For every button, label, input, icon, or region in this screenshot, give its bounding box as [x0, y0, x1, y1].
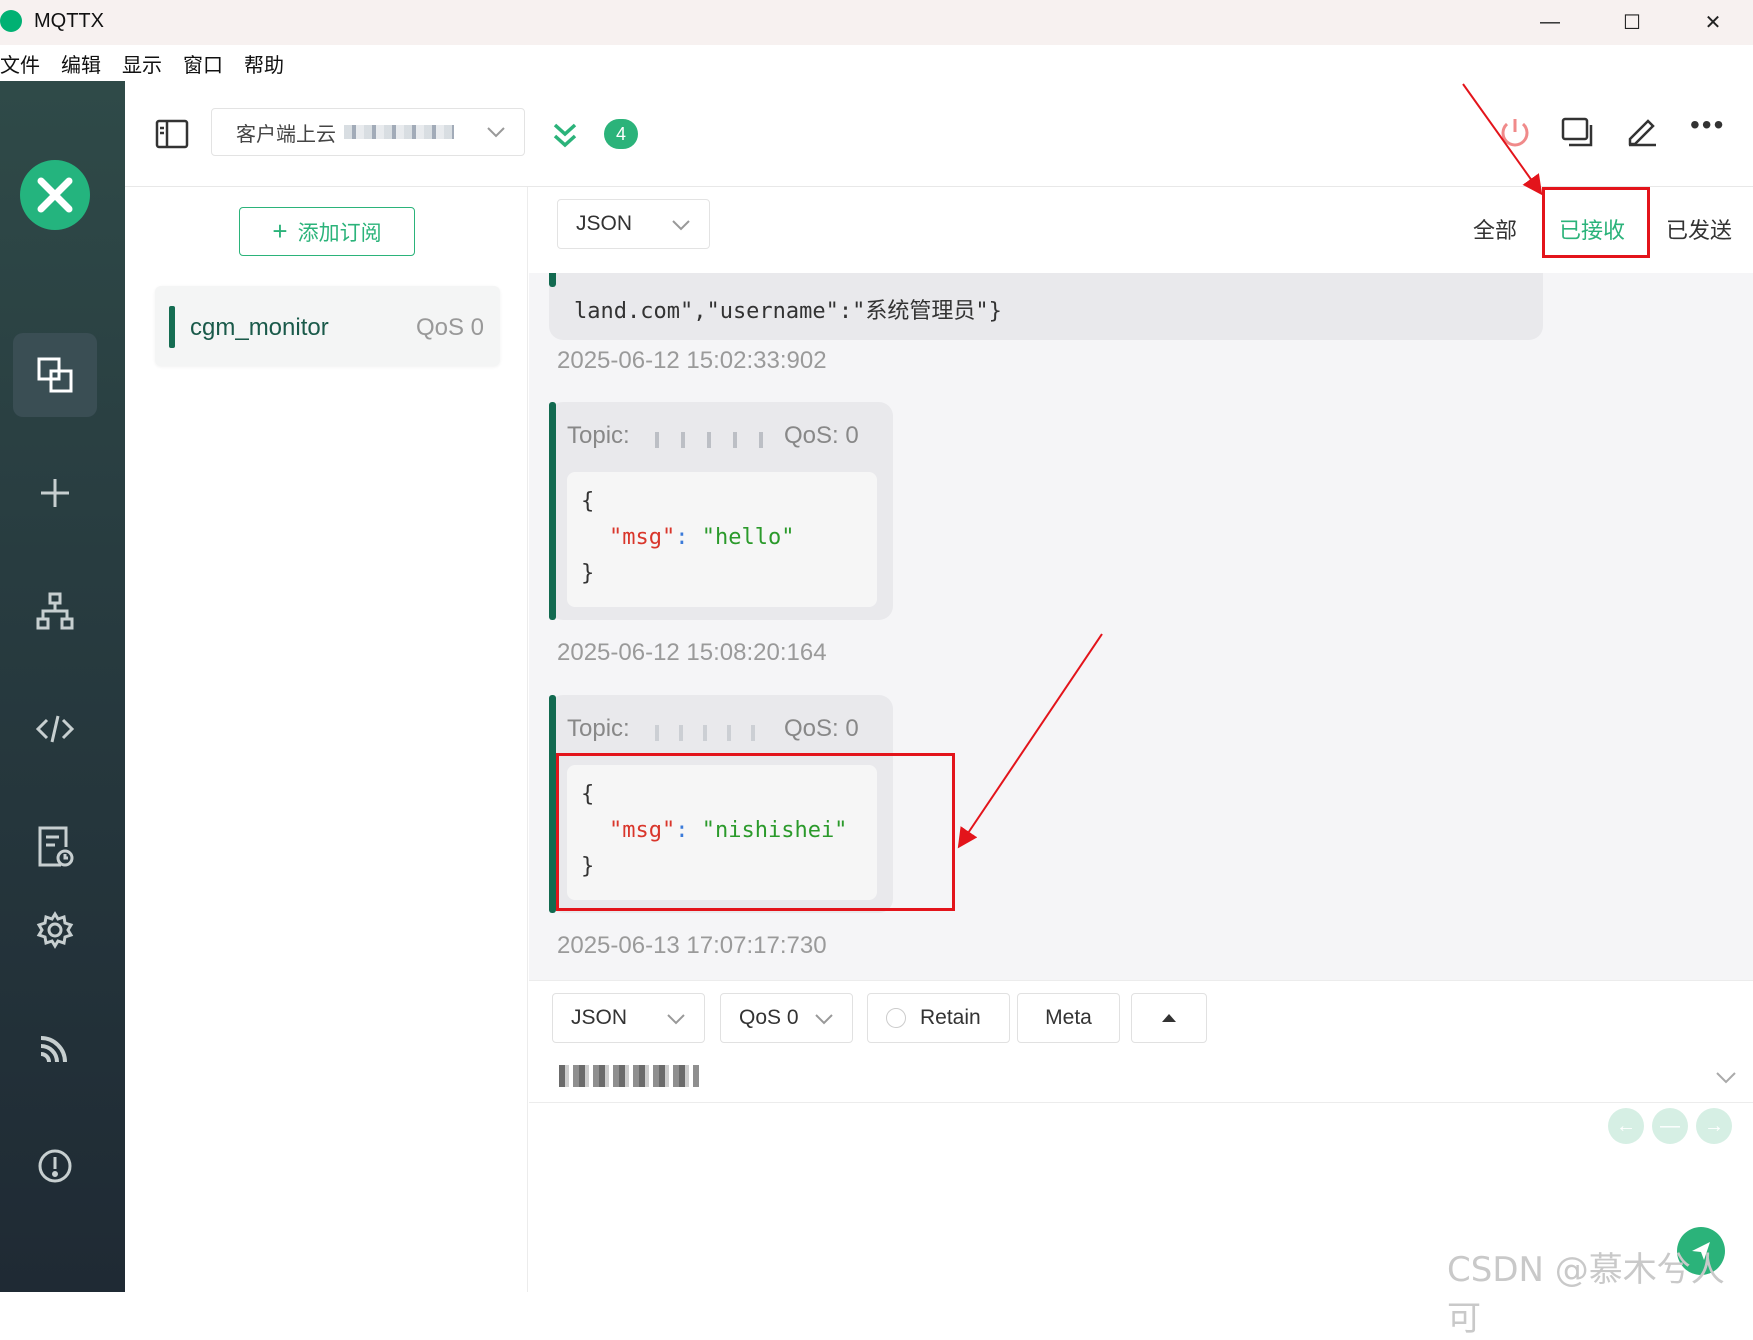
message-card: Topic: QoS: 0 { "msg": "hello" } — [549, 402, 893, 620]
new-window-icon[interactable] — [1561, 117, 1595, 154]
publish-format-select[interactable]: JSON — [552, 993, 705, 1043]
highlight-box-message — [556, 753, 955, 911]
new-connection-icon[interactable] — [13, 451, 97, 535]
add-subscription-button[interactable]: + 添加订阅 — [239, 207, 415, 256]
mqttx-logo-icon — [20, 160, 90, 230]
message-topic-label: Topic: — [567, 422, 630, 449]
menu-help[interactable]: 帮助 — [244, 49, 284, 78]
menu-window[interactable]: 窗口 — [183, 49, 223, 78]
publish-format-value: JSON — [571, 1006, 628, 1029]
chevron-down-icon — [672, 220, 690, 231]
app-logo-icon — [0, 10, 22, 32]
chevron-down-icon — [667, 1014, 685, 1025]
chevron-down-icon — [815, 1014, 833, 1025]
add-subscription-label: 添加订阅 — [297, 221, 382, 245]
message-time: 2025-06-12 15:02:33:902 — [557, 347, 827, 374]
feed-icon[interactable] — [13, 1006, 97, 1090]
menu-view[interactable]: 显示 — [122, 49, 162, 78]
window-title: MQTTX — [34, 10, 104, 32]
triangle-up-icon — [1162, 1014, 1176, 1022]
connection-name: 客户端上云 — [236, 123, 336, 146]
retain-toggle[interactable]: Retain — [867, 993, 1010, 1043]
message-topic-label: Topic: — [567, 715, 630, 742]
meta-button[interactable]: Meta — [1017, 993, 1120, 1043]
redacted-text — [344, 125, 454, 139]
history-prev-icon[interactable]: ← — [1608, 1108, 1644, 1144]
title-bar: MQTTX — ☐ ✕ — [0, 0, 1753, 45]
settings-gear-icon[interactable] — [13, 888, 97, 972]
disconnect-power-icon[interactable] — [1499, 116, 1531, 155]
script-icon[interactable] — [13, 687, 97, 771]
history-next-icon[interactable]: → — [1696, 1108, 1732, 1144]
highlight-box-received-tab — [1542, 187, 1650, 258]
menu-edit[interactable]: 编辑 — [61, 49, 101, 78]
tab-sent[interactable]: 已发送 — [1666, 213, 1732, 245]
message-qos: QoS: 0 — [784, 422, 859, 449]
payload-format-select[interactable]: JSON — [557, 199, 710, 249]
expand-up-button[interactable] — [1131, 993, 1207, 1043]
topic-tree-icon[interactable] — [13, 569, 97, 653]
message-payload: { "msg": "hello" } — [567, 472, 877, 607]
connection-header: 客户端上云 4 ••• — [125, 81, 1753, 187]
menu-bar: 文件 编辑 显示 窗口 帮助 — [0, 45, 1753, 81]
redacted-topic — [645, 432, 765, 448]
toggle-sidebar-icon[interactable] — [155, 119, 189, 154]
payload-format-value: JSON — [576, 212, 633, 235]
edit-pencil-icon[interactable] — [1626, 115, 1658, 152]
message-count-badge: 4 — [604, 119, 638, 149]
retain-radio[interactable] — [886, 1008, 906, 1028]
composer-divider — [529, 1102, 1753, 1103]
left-nav — [0, 81, 125, 1292]
subscriptions-panel: + 添加订阅 cgm_monitor QoS 0 — [125, 187, 528, 1292]
csdn-watermark: CSDN @慕木兮人可 — [1447, 1250, 1725, 1339]
subscription-color-bar — [169, 306, 175, 348]
about-info-icon[interactable] — [13, 1124, 97, 1208]
plus-icon: + — [272, 216, 288, 246]
publish-qos-select[interactable]: QoS 0 — [720, 993, 853, 1043]
close-button[interactable]: ✕ — [1673, 0, 1753, 45]
tab-all[interactable]: 全部 — [1473, 213, 1517, 245]
subscription-item[interactable]: cgm_monitor QoS 0 — [155, 286, 500, 366]
history-reset-icon[interactable]: — — [1652, 1108, 1688, 1144]
maximize-button[interactable]: ☐ — [1592, 0, 1672, 45]
redacted-topic — [645, 725, 765, 741]
connection-select[interactable]: 客户端上云 — [211, 108, 525, 156]
publish-qos-value: QoS 0 — [739, 1006, 799, 1029]
chevron-down-icon[interactable] — [1715, 1071, 1737, 1085]
collapse-double-chevron-icon[interactable] — [552, 121, 578, 154]
message-qos: QoS: 0 — [784, 715, 859, 742]
redacted-topic-input[interactable] — [559, 1065, 699, 1087]
chevron-down-icon — [487, 127, 505, 138]
subscription-topic: cgm_monitor — [190, 314, 329, 341]
more-options-icon[interactable]: ••• — [1690, 109, 1725, 141]
message-time: 2025-06-13 17:07:17:730 — [557, 932, 827, 959]
message-time: 2025-06-12 15:08:20:164 — [557, 639, 827, 666]
subscription-qos: QoS 0 — [415, 314, 484, 341]
message-payload-partial: land.com","username":"系统管理员"} — [574, 299, 1002, 324]
minimize-button[interactable]: — — [1510, 0, 1590, 45]
connections-icon[interactable] — [13, 333, 97, 417]
retain-label: Retain — [920, 1006, 981, 1029]
menu-file[interactable]: 文件 — [0, 49, 40, 78]
log-icon[interactable] — [13, 805, 97, 889]
